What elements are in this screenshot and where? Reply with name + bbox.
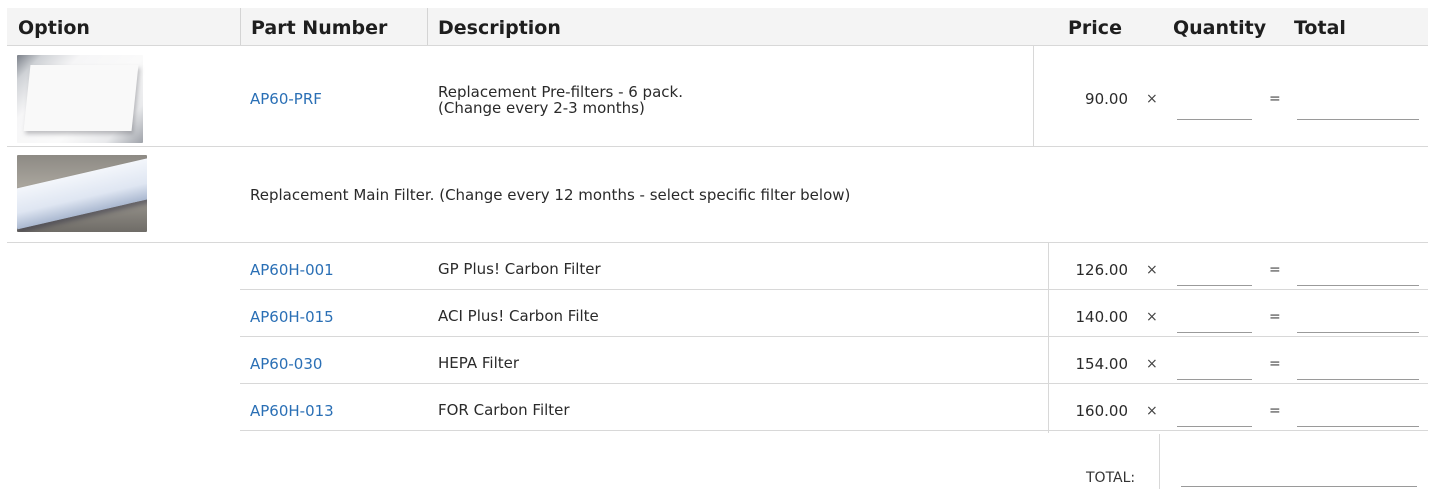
- header-description: Description: [438, 17, 561, 39]
- equals-symbol: =: [1269, 91, 1281, 107]
- header-total: Total: [1294, 17, 1346, 39]
- filter-price: 160.00: [1075, 402, 1129, 420]
- part-link[interactable]: AP60H-001: [250, 261, 334, 279]
- equals-symbol: =: [1269, 262, 1281, 278]
- filter-description: GP Plus! Carbon Filter: [438, 260, 601, 278]
- equals-symbol: =: [1269, 356, 1281, 372]
- equals-symbol: =: [1269, 309, 1281, 325]
- row-divider: [240, 336, 1428, 337]
- quantity-input[interactable]: [1177, 265, 1252, 286]
- header-part-number: Part Number: [251, 17, 388, 39]
- part-link[interactable]: AP60H-013: [250, 402, 334, 420]
- main-filter-thumbnail: [17, 155, 147, 232]
- prefilter-quantity-input[interactable]: [1177, 99, 1252, 120]
- part-link[interactable]: AP60H-015: [250, 308, 334, 326]
- quantity-input[interactable]: [1177, 312, 1252, 333]
- times-symbol: ×: [1146, 356, 1158, 372]
- prefilter-thumbnail: [17, 55, 143, 143]
- line-total-field[interactable]: [1297, 312, 1419, 333]
- row-divider: [7, 242, 1428, 243]
- prefilter-total-field[interactable]: [1297, 99, 1419, 120]
- filter-price: 140.00: [1075, 308, 1129, 326]
- prefilter-description: Replacement Pre-filters - 6 pack. (Chang…: [438, 84, 683, 116]
- table-header: Option Part Number Description Price Qua…: [7, 8, 1428, 46]
- grand-total-label: TOTAL:: [1086, 470, 1136, 486]
- line-total-field[interactable]: [1297, 265, 1419, 286]
- part-link[interactable]: AP60-030: [250, 355, 322, 373]
- filter-price: 154.00: [1075, 355, 1129, 373]
- filter-description: ACI Plus! Carbon Filte: [438, 307, 599, 325]
- times-symbol: ×: [1146, 262, 1158, 278]
- header-option: Option: [18, 17, 90, 39]
- line-total-field[interactable]: [1297, 359, 1419, 380]
- times-symbol: ×: [1146, 91, 1158, 107]
- grand-total-field[interactable]: [1181, 466, 1417, 487]
- filter-description: HEPA Filter: [438, 354, 520, 372]
- row-divider: [240, 289, 1428, 290]
- prefilter-desc-line1: Replacement Pre-filters - 6 pack.: [438, 83, 683, 101]
- filter-description: FOR Carbon Filter: [438, 401, 570, 419]
- line-total-field[interactable]: [1297, 406, 1419, 427]
- header-price: Price: [1068, 17, 1122, 39]
- row-divider: [240, 383, 1428, 384]
- equals-symbol: =: [1269, 403, 1281, 419]
- times-symbol: ×: [1146, 309, 1158, 325]
- header-quantity: Quantity: [1173, 17, 1267, 39]
- times-symbol: ×: [1146, 403, 1158, 419]
- filter-price: 126.00: [1075, 261, 1129, 279]
- quantity-input[interactable]: [1177, 406, 1252, 427]
- row-divider: [240, 430, 1428, 431]
- part-link-prefilter[interactable]: AP60-PRF: [250, 90, 322, 108]
- quantity-input[interactable]: [1177, 359, 1252, 380]
- total-divider: [1159, 434, 1160, 489]
- price-divider: [1033, 46, 1034, 146]
- price-divider: [1048, 243, 1049, 433]
- prefilter-desc-line2: (Change every 2-3 months): [438, 99, 645, 117]
- row-divider: [7, 146, 1428, 147]
- prefilter-price: 90.00: [1085, 90, 1128, 108]
- main-filter-note: Replacement Main Filter. (Change every 1…: [250, 186, 851, 204]
